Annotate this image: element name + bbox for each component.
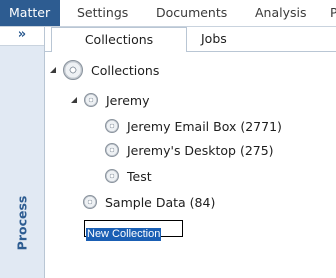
tree-node-jeremy[interactable]: Jeremy: [71, 90, 150, 110]
tree-node-test[interactable]: Test: [105, 166, 152, 186]
ribbon-tab-bar: Matter Settings Documents Analysis P: [0, 0, 336, 27]
expanded-triangle-icon[interactable]: [50, 66, 57, 74]
process-rail-label[interactable]: Process: [15, 196, 30, 251]
expand-rail-icon[interactable]: »: [0, 27, 44, 46]
tab-analysis[interactable]: Analysis: [255, 0, 307, 26]
tree-node-label: Test: [127, 168, 152, 184]
collection-disc-icon: [63, 60, 83, 80]
collection-disc-icon: [105, 143, 119, 157]
collection-disc-icon: [84, 93, 98, 107]
tree-node-label: Jeremy: [106, 92, 150, 108]
tree-node-jeremys-desktop[interactable]: Jeremy's Desktop (275): [105, 140, 274, 160]
tree-node-sample-data[interactable]: Sample Data (84): [83, 192, 215, 212]
sub-tab-bar: Collections Jobs: [45, 27, 336, 52]
tab-matter[interactable]: Matter: [0, 0, 60, 26]
collection-disc-icon: [105, 119, 119, 133]
expanded-triangle-icon[interactable]: [71, 96, 78, 104]
tree-node-label: Jeremy Email Box (2771): [127, 118, 282, 134]
tab-jobs[interactable]: Jobs: [201, 27, 227, 51]
collections-tree: Collections Jeremy Jeremy Email Box (277…: [45, 52, 336, 278]
tree-node-jeremy-email-box[interactable]: Jeremy Email Box (2771): [105, 116, 282, 136]
tab-truncated[interactable]: P: [330, 0, 336, 26]
tree-node-label: Jeremy's Desktop (275): [127, 142, 274, 158]
tab-documents[interactable]: Documents: [156, 0, 227, 26]
tab-collections[interactable]: Collections: [51, 27, 187, 52]
tab-settings[interactable]: Settings: [77, 0, 128, 26]
new-collection-name-input[interactable]: New Collection: [84, 220, 183, 241]
collection-disc-icon: [105, 169, 119, 183]
new-collection-selected-text[interactable]: New Collection: [86, 228, 162, 241]
process-side-rail: » Process: [0, 27, 45, 278]
collection-disc-icon: [83, 195, 97, 209]
tree-node-collections[interactable]: Collections: [50, 60, 159, 80]
tree-node-label: Sample Data (84): [105, 194, 216, 210]
tree-node-label: Collections: [91, 62, 160, 78]
